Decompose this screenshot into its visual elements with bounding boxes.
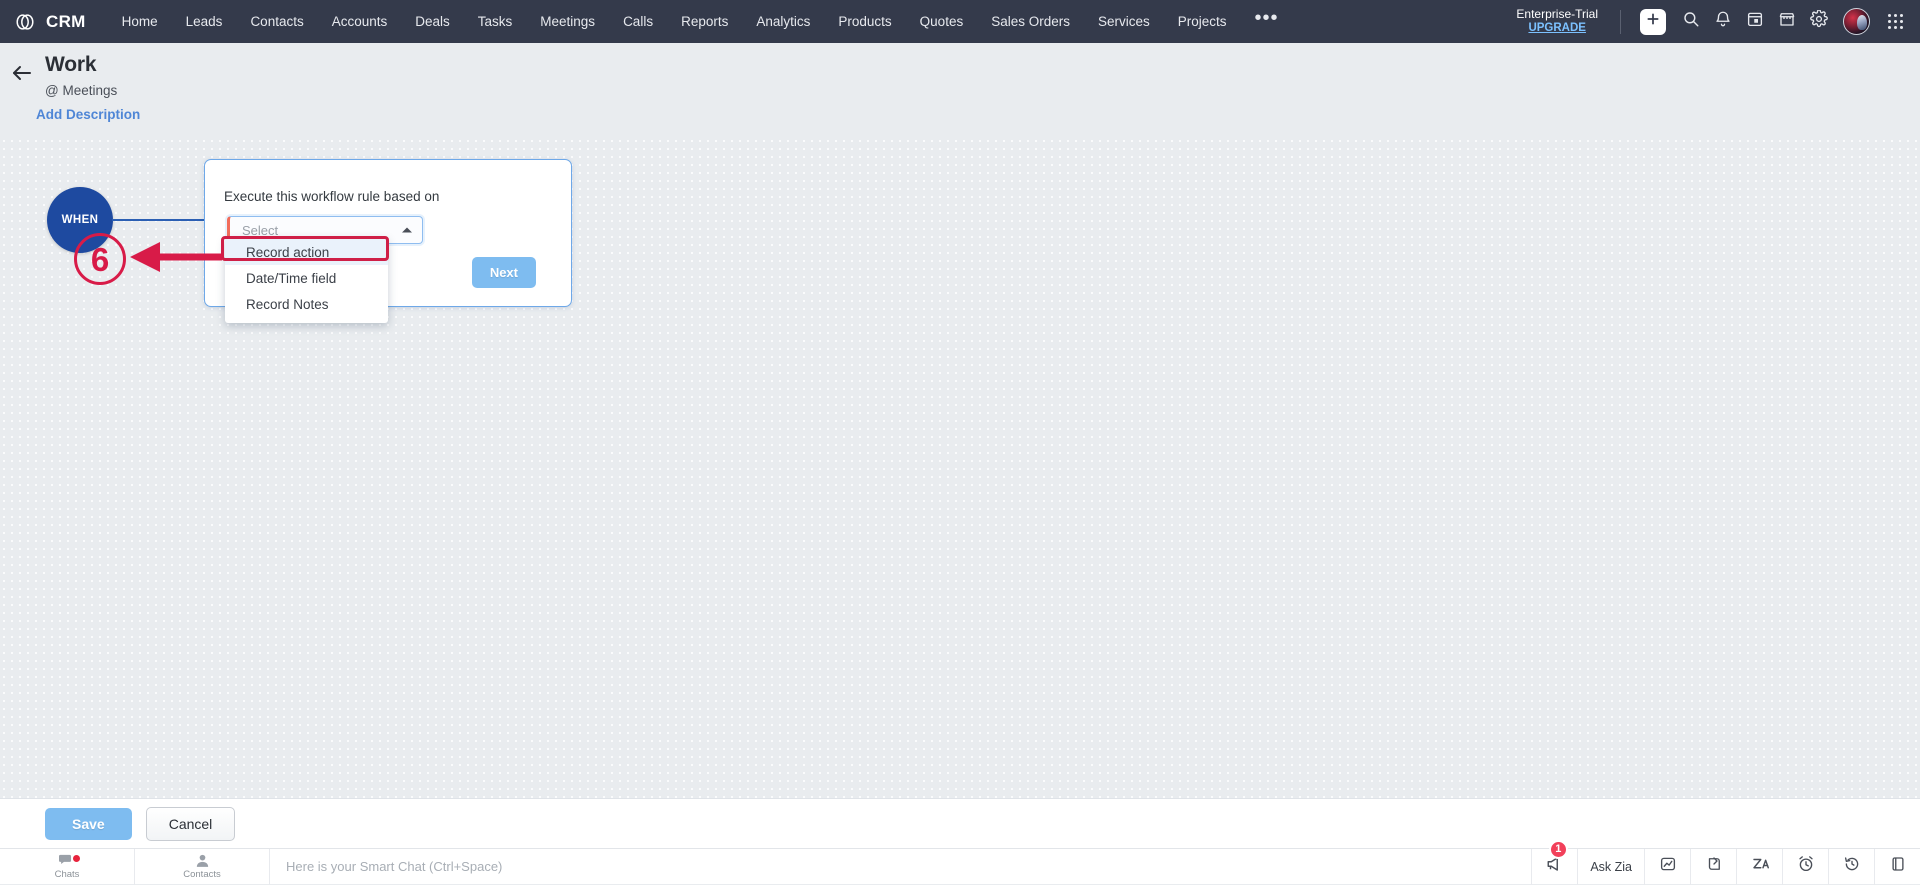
analytics-card-icon — [1659, 855, 1677, 878]
nav-item-sales-orders[interactable]: Sales Orders — [977, 0, 1084, 43]
announcements-badge: 1 — [1548, 839, 1568, 859]
trial-plan-label: Enterprise-Trial — [1516, 6, 1598, 21]
announcements-button[interactable]: 1 — [1531, 839, 1577, 885]
status-contacts-button[interactable]: Contacts — [135, 848, 270, 885]
search-button[interactable] — [1675, 0, 1707, 43]
calendar-button[interactable] — [1739, 0, 1771, 43]
form-action-bar: Save Cancel — [0, 798, 1920, 848]
alarm-clock-icon — [1797, 855, 1815, 878]
nav-item-home[interactable]: Home — [108, 0, 172, 43]
page-header: Work @ Meetings Add Description — [0, 43, 1920, 137]
nav-item-calls[interactable]: Calls — [609, 0, 667, 43]
upgrade-link[interactable]: UPGRADE — [1516, 22, 1598, 35]
node-connector-line — [112, 219, 205, 221]
trial-info: Enterprise-Trial UPGRADE — [1516, 6, 1610, 35]
when-node-label: WHEN — [61, 214, 99, 226]
dropdown-option-record-action[interactable]: Record action — [225, 239, 388, 265]
save-button[interactable]: Save — [45, 807, 132, 840]
store-icon — [1778, 10, 1796, 33]
add-new-button[interactable] — [1640, 8, 1666, 35]
ask-zia-button[interactable]: Ask Zia — [1577, 848, 1644, 885]
workflow-canvas: WHEN Execute this workflow rule based on… — [0, 137, 1920, 798]
apps-grid-icon — [1887, 14, 1903, 29]
nav-item-meetings[interactable]: Meetings — [526, 0, 609, 43]
apps-grid-button[interactable] — [1878, 0, 1912, 43]
nav-item-projects[interactable]: Projects — [1164, 0, 1241, 43]
status-chats-button[interactable]: Chats — [0, 848, 135, 885]
reminders-button[interactable] — [1782, 848, 1828, 885]
next-button[interactable]: Next — [471, 257, 536, 288]
status-bar-right: 1 Ask Zia — [1531, 839, 1920, 885]
popout-icon — [1705, 855, 1723, 878]
panel-icon — [1889, 855, 1907, 878]
back-arrow-icon — [10, 61, 34, 85]
status-bar: Chats Contacts Here is your Smart Chat (… — [0, 839, 1920, 885]
chevron-up-icon — [402, 227, 412, 233]
crm-logo-icon — [14, 11, 36, 33]
marketplace-button[interactable] — [1771, 0, 1803, 43]
contacts-icon — [194, 853, 211, 868]
nav-item-services[interactable]: Services — [1084, 0, 1164, 43]
calendar-icon — [1746, 10, 1764, 33]
chats-unread-dot — [73, 854, 80, 862]
settings-button[interactable] — [1803, 0, 1835, 43]
top-navigation-bar: CRM Home Leads Contacts Accounts Deals T… — [0, 0, 1920, 43]
nav-more-icon[interactable]: ••• — [1241, 0, 1293, 43]
add-description-link[interactable]: Add Description — [36, 107, 140, 122]
brand-logo[interactable]: CRM — [0, 11, 108, 33]
back-button[interactable] — [10, 61, 34, 85]
history-icon — [1843, 855, 1861, 878]
divider — [1620, 9, 1621, 34]
analytics-card-button[interactable] — [1644, 848, 1690, 885]
nav-item-accounts[interactable]: Accounts — [318, 0, 402, 43]
annotation-arrow-icon — [130, 242, 222, 272]
popout-button[interactable] — [1690, 848, 1736, 885]
nav-item-tasks[interactable]: Tasks — [464, 0, 527, 43]
page-module-label: @ Meetings — [45, 83, 118, 98]
select-placeholder: Select — [242, 222, 279, 238]
panel-toggle-button[interactable] — [1874, 848, 1920, 885]
recent-history-button[interactable] — [1828, 848, 1874, 885]
gear-icon — [1810, 9, 1828, 33]
nav-item-deals[interactable]: Deals — [401, 0, 464, 43]
plus-icon — [1645, 11, 1661, 32]
status-chats-label: Chats — [54, 869, 80, 880]
nav-item-analytics[interactable]: Analytics — [742, 0, 824, 43]
notifications-button[interactable] — [1707, 0, 1739, 43]
nav-item-contacts[interactable]: Contacts — [236, 0, 317, 43]
nav-item-leads[interactable]: Leads — [172, 0, 237, 43]
smart-chat-input[interactable]: Here is your Smart Chat (Ctrl+Space) — [270, 849, 1531, 885]
annotation-step-number: 6 — [74, 233, 126, 285]
nav-item-reports[interactable]: Reports — [667, 0, 742, 43]
trigger-prompt-label: Execute this workflow rule based on — [224, 189, 440, 204]
dropdown-option-date-time-field[interactable]: Date/Time field — [225, 265, 388, 291]
dropdown-option-record-notes[interactable]: Record Notes — [225, 291, 388, 317]
avatar[interactable] — [1843, 8, 1870, 35]
trigger-type-dropdown: Record action Date/Time field Record Not… — [225, 237, 388, 323]
annotation-step-label: 6 — [90, 240, 110, 278]
bell-icon — [1714, 10, 1732, 33]
search-icon — [1682, 10, 1700, 33]
nav-item-products[interactable]: Products — [824, 0, 905, 43]
brand-label: CRM — [46, 11, 86, 31]
zia-icon — [1751, 855, 1769, 878]
page-title: Work — [45, 53, 97, 76]
smart-chat-placeholder: Here is your Smart Chat (Ctrl+Space) — [286, 859, 503, 874]
cancel-button[interactable]: Cancel — [145, 806, 236, 841]
status-contacts-label: Contacts — [183, 869, 221, 880]
nav-item-quotes[interactable]: Quotes — [906, 0, 978, 43]
top-nav-right-section: Enterprise-Trial UPGRADE — [1516, 0, 1920, 43]
zia-button[interactable] — [1736, 848, 1782, 885]
primary-nav-items: Home Leads Contacts Accounts Deals Tasks… — [108, 0, 1293, 43]
